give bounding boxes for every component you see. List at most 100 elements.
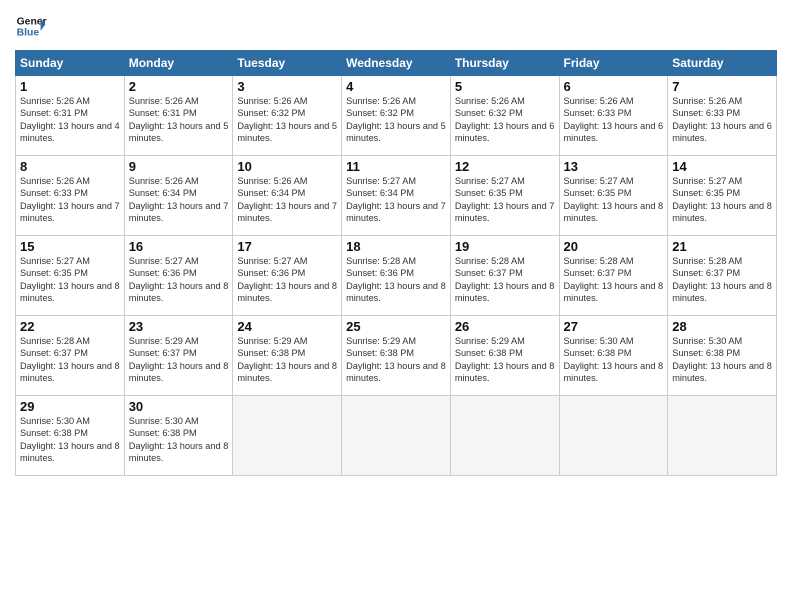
day-info: Sunrise: 5:26 AMSunset: 6:32 PMDaylight:…: [237, 95, 337, 145]
day-number: 27: [564, 319, 664, 334]
calendar-day-cell: 20 Sunrise: 5:28 AMSunset: 6:37 PMDaylig…: [559, 236, 668, 316]
day-number: 14: [672, 159, 772, 174]
day-number: 22: [20, 319, 120, 334]
day-number: 3: [237, 79, 337, 94]
calendar-day-cell: 14 Sunrise: 5:27 AMSunset: 6:35 PMDaylig…: [668, 156, 777, 236]
calendar-day-cell: 8 Sunrise: 5:26 AMSunset: 6:33 PMDayligh…: [16, 156, 125, 236]
day-info: Sunrise: 5:28 AMSunset: 6:37 PMDaylight:…: [20, 335, 120, 385]
calendar-week-row: 22 Sunrise: 5:28 AMSunset: 6:37 PMDaylig…: [16, 316, 777, 396]
calendar-day-cell: 3 Sunrise: 5:26 AMSunset: 6:32 PMDayligh…: [233, 76, 342, 156]
calendar-day-cell: 24 Sunrise: 5:29 AMSunset: 6:38 PMDaylig…: [233, 316, 342, 396]
calendar-day-cell: 29 Sunrise: 5:30 AMSunset: 6:38 PMDaylig…: [16, 396, 125, 476]
day-number: 25: [346, 319, 446, 334]
day-info: Sunrise: 5:27 AMSunset: 6:35 PMDaylight:…: [672, 175, 772, 225]
calendar-day-cell: 11 Sunrise: 5:27 AMSunset: 6:34 PMDaylig…: [342, 156, 451, 236]
day-number: 23: [129, 319, 229, 334]
day-info: Sunrise: 5:26 AMSunset: 6:33 PMDaylight:…: [20, 175, 120, 225]
day-number: 13: [564, 159, 664, 174]
weekday-header-tuesday: Tuesday: [233, 51, 342, 76]
calendar-day-cell: 7 Sunrise: 5:26 AMSunset: 6:33 PMDayligh…: [668, 76, 777, 156]
weekday-header-sunday: Sunday: [16, 51, 125, 76]
weekday-header-monday: Monday: [124, 51, 233, 76]
weekday-header-saturday: Saturday: [668, 51, 777, 76]
calendar-week-row: 15 Sunrise: 5:27 AMSunset: 6:35 PMDaylig…: [16, 236, 777, 316]
day-info: Sunrise: 5:27 AMSunset: 6:36 PMDaylight:…: [129, 255, 229, 305]
day-info: Sunrise: 5:26 AMSunset: 6:33 PMDaylight:…: [564, 95, 664, 145]
weekday-header-thursday: Thursday: [450, 51, 559, 76]
day-number: 12: [455, 159, 555, 174]
logo-icon: General Blue: [15, 10, 47, 42]
calendar-day-cell: 4 Sunrise: 5:26 AMSunset: 6:32 PMDayligh…: [342, 76, 451, 156]
day-number: 1: [20, 79, 120, 94]
calendar-day-cell: 13 Sunrise: 5:27 AMSunset: 6:35 PMDaylig…: [559, 156, 668, 236]
day-info: Sunrise: 5:26 AMSunset: 6:34 PMDaylight:…: [129, 175, 229, 225]
day-number: 20: [564, 239, 664, 254]
calendar-day-cell: 5 Sunrise: 5:26 AMSunset: 6:32 PMDayligh…: [450, 76, 559, 156]
calendar-day-cell: 27 Sunrise: 5:30 AMSunset: 6:38 PMDaylig…: [559, 316, 668, 396]
calendar-day-cell: 10 Sunrise: 5:26 AMSunset: 6:34 PMDaylig…: [233, 156, 342, 236]
day-info: Sunrise: 5:27 AMSunset: 6:35 PMDaylight:…: [455, 175, 555, 225]
day-info: Sunrise: 5:30 AMSunset: 6:38 PMDaylight:…: [129, 415, 229, 465]
day-info: Sunrise: 5:26 AMSunset: 6:34 PMDaylight:…: [237, 175, 337, 225]
day-info: Sunrise: 5:28 AMSunset: 6:36 PMDaylight:…: [346, 255, 446, 305]
day-number: 15: [20, 239, 120, 254]
calendar-day-cell: 22 Sunrise: 5:28 AMSunset: 6:37 PMDaylig…: [16, 316, 125, 396]
calendar-day-cell: 23 Sunrise: 5:29 AMSunset: 6:37 PMDaylig…: [124, 316, 233, 396]
day-info: Sunrise: 5:26 AMSunset: 6:32 PMDaylight:…: [346, 95, 446, 145]
calendar-day-cell: 6 Sunrise: 5:26 AMSunset: 6:33 PMDayligh…: [559, 76, 668, 156]
calendar-day-cell: 28 Sunrise: 5:30 AMSunset: 6:38 PMDaylig…: [668, 316, 777, 396]
logo: General Blue: [15, 10, 47, 42]
calendar-day-cell: 21 Sunrise: 5:28 AMSunset: 6:37 PMDaylig…: [668, 236, 777, 316]
calendar-empty-cell: [342, 396, 451, 476]
calendar-week-row: 8 Sunrise: 5:26 AMSunset: 6:33 PMDayligh…: [16, 156, 777, 236]
day-info: Sunrise: 5:26 AMSunset: 6:31 PMDaylight:…: [129, 95, 229, 145]
day-info: Sunrise: 5:27 AMSunset: 6:36 PMDaylight:…: [237, 255, 337, 305]
calendar-day-cell: 17 Sunrise: 5:27 AMSunset: 6:36 PMDaylig…: [233, 236, 342, 316]
day-number: 18: [346, 239, 446, 254]
day-info: Sunrise: 5:29 AMSunset: 6:38 PMDaylight:…: [346, 335, 446, 385]
day-number: 9: [129, 159, 229, 174]
day-number: 24: [237, 319, 337, 334]
header: General Blue: [15, 10, 777, 42]
calendar-day-cell: 9 Sunrise: 5:26 AMSunset: 6:34 PMDayligh…: [124, 156, 233, 236]
day-info: Sunrise: 5:26 AMSunset: 6:33 PMDaylight:…: [672, 95, 772, 145]
day-info: Sunrise: 5:28 AMSunset: 6:37 PMDaylight:…: [672, 255, 772, 305]
calendar-week-row: 1 Sunrise: 5:26 AMSunset: 6:31 PMDayligh…: [16, 76, 777, 156]
day-info: Sunrise: 5:29 AMSunset: 6:38 PMDaylight:…: [455, 335, 555, 385]
day-info: Sunrise: 5:29 AMSunset: 6:37 PMDaylight:…: [129, 335, 229, 385]
day-number: 30: [129, 399, 229, 414]
day-info: Sunrise: 5:27 AMSunset: 6:34 PMDaylight:…: [346, 175, 446, 225]
day-info: Sunrise: 5:30 AMSunset: 6:38 PMDaylight:…: [672, 335, 772, 385]
day-number: 7: [672, 79, 772, 94]
day-info: Sunrise: 5:30 AMSunset: 6:38 PMDaylight:…: [20, 415, 120, 465]
weekday-header-wednesday: Wednesday: [342, 51, 451, 76]
svg-text:Blue: Blue: [17, 28, 40, 39]
day-number: 2: [129, 79, 229, 94]
calendar-empty-cell: [668, 396, 777, 476]
day-number: 5: [455, 79, 555, 94]
day-number: 21: [672, 239, 772, 254]
calendar-empty-cell: [450, 396, 559, 476]
calendar-empty-cell: [233, 396, 342, 476]
day-info: Sunrise: 5:28 AMSunset: 6:37 PMDaylight:…: [455, 255, 555, 305]
calendar-day-cell: 30 Sunrise: 5:30 AMSunset: 6:38 PMDaylig…: [124, 396, 233, 476]
day-info: Sunrise: 5:30 AMSunset: 6:38 PMDaylight:…: [564, 335, 664, 385]
calendar-day-cell: 2 Sunrise: 5:26 AMSunset: 6:31 PMDayligh…: [124, 76, 233, 156]
calendar-day-cell: 18 Sunrise: 5:28 AMSunset: 6:36 PMDaylig…: [342, 236, 451, 316]
day-number: 16: [129, 239, 229, 254]
day-number: 19: [455, 239, 555, 254]
calendar-day-cell: 12 Sunrise: 5:27 AMSunset: 6:35 PMDaylig…: [450, 156, 559, 236]
day-info: Sunrise: 5:26 AMSunset: 6:32 PMDaylight:…: [455, 95, 555, 145]
day-info: Sunrise: 5:27 AMSunset: 6:35 PMDaylight:…: [564, 175, 664, 225]
day-number: 29: [20, 399, 120, 414]
weekday-header-friday: Friday: [559, 51, 668, 76]
day-number: 10: [237, 159, 337, 174]
calendar-week-row: 29 Sunrise: 5:30 AMSunset: 6:38 PMDaylig…: [16, 396, 777, 476]
calendar-day-cell: 15 Sunrise: 5:27 AMSunset: 6:35 PMDaylig…: [16, 236, 125, 316]
calendar-day-cell: 26 Sunrise: 5:29 AMSunset: 6:38 PMDaylig…: [450, 316, 559, 396]
day-info: Sunrise: 5:26 AMSunset: 6:31 PMDaylight:…: [20, 95, 120, 145]
day-number: 28: [672, 319, 772, 334]
calendar-day-cell: 19 Sunrise: 5:28 AMSunset: 6:37 PMDaylig…: [450, 236, 559, 316]
weekday-header-row: SundayMondayTuesdayWednesdayThursdayFrid…: [16, 51, 777, 76]
day-info: Sunrise: 5:27 AMSunset: 6:35 PMDaylight:…: [20, 255, 120, 305]
